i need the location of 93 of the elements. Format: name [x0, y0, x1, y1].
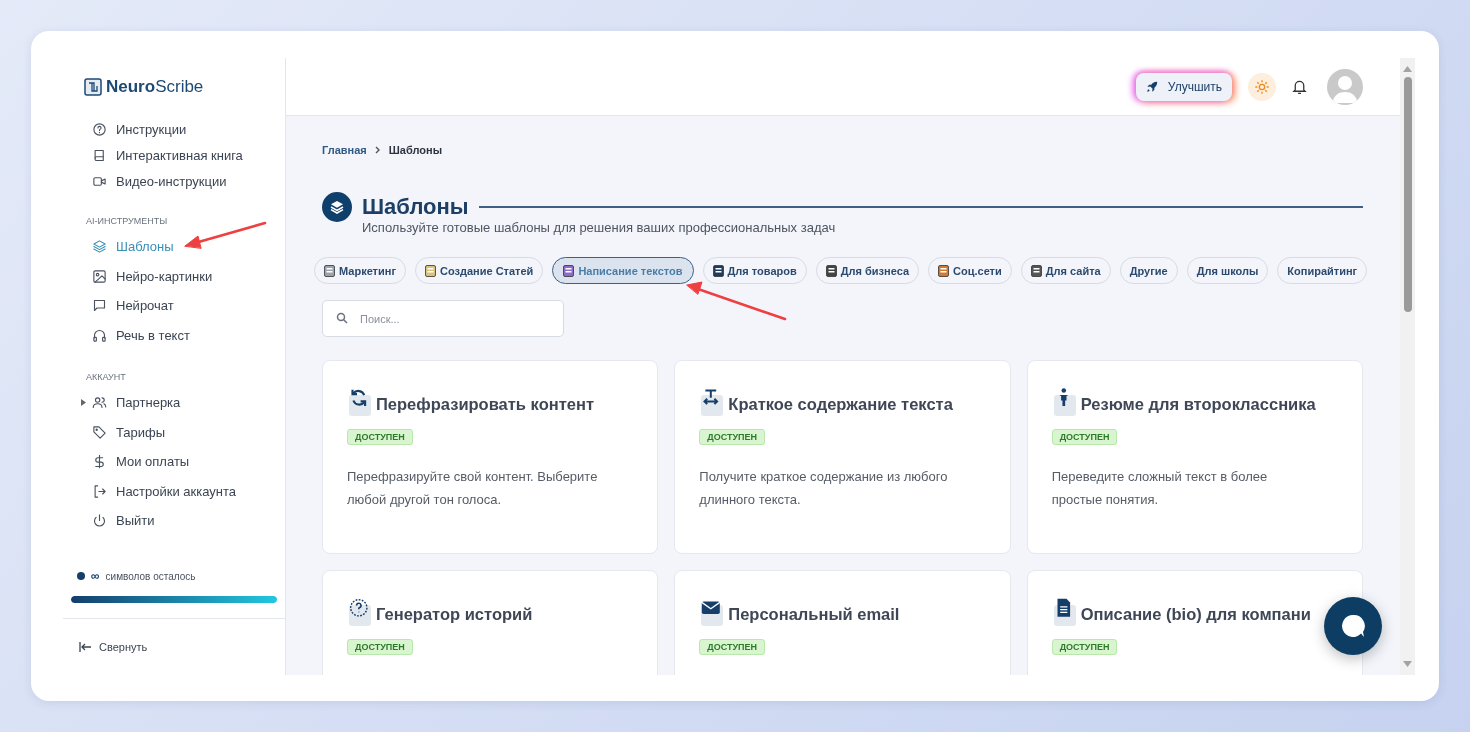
avatar[interactable] — [1327, 68, 1363, 105]
category-icon — [425, 264, 436, 277]
status-badge: ДОСТУПЕН — [699, 429, 766, 445]
sidebar-item[interactable]: Нейрочат — [63, 291, 285, 321]
section-label: AI-ИНСТРУМЕНТЫ — [85, 216, 169, 226]
breadcrumb-current: Шаблоны — [388, 144, 443, 156]
card-title: Генератор историй — [376, 605, 533, 625]
card-title: Резюме для второклассника — [1080, 395, 1316, 415]
template-card[interactable]: Резюме для второклассника ДОСТУПЕН Переведите сложный текст в более простые понятия. — [1026, 360, 1363, 554]
refresh-icon — [347, 387, 373, 417]
filter-chip[interactable]: Для сайта — [1020, 257, 1111, 284]
card-description: Получите краткое содержание из любого длинного текста. — [699, 468, 949, 509]
category-icon — [712, 264, 724, 277]
sidebar-item[interactable]: Партнерка — [63, 388, 285, 418]
text-resize-icon — [699, 387, 726, 417]
headphones-icon — [92, 327, 107, 343]
status-dot — [77, 572, 85, 580]
template-card[interactable]: Описание (bio) для компани ДОСТУПЕН — [1026, 570, 1363, 675]
chat-bubble-icon — [1340, 613, 1366, 639]
status-badge: ДОСТУПЕН — [347, 639, 413, 655]
card-description: Перефразируйте свой контент. Выберите любой другой тон голоса. — [347, 468, 599, 509]
filter-chip[interactable]: Копирайтинг — [1277, 257, 1368, 284]
status-badge: ДОСТУПЕН — [1051, 639, 1118, 655]
child-figure-icon — [1051, 387, 1078, 417]
category-icon — [1030, 264, 1042, 277]
sidebar-item[interactable]: Настройки аккаунта — [63, 476, 285, 506]
rocket-icon — [1144, 79, 1159, 94]
search-field[interactable]: Поиск... — [322, 300, 564, 337]
help-circle-icon — [92, 121, 107, 137]
collapse-button[interactable]: Свернуть — [79, 641, 148, 653]
card-title: Перефразировать контент — [376, 395, 594, 415]
sidebar-item[interactable]: Тарифы — [63, 417, 285, 447]
card-title: Описание (bio) для компани — [1080, 605, 1311, 625]
sidebar-item[interactable]: Речь в текст — [63, 320, 285, 350]
theme-toggle-button[interactable] — [1248, 72, 1276, 101]
chat-bubble-icon — [92, 298, 107, 314]
tag-icon — [92, 424, 107, 440]
sidebar-item[interactable]: Мои оплаты — [63, 447, 285, 477]
breadcrumb-link[interactable]: Главная — [322, 144, 367, 156]
logo-text[interactable]: NeuroScribe — [106, 77, 204, 97]
card-title: Краткое содержание текста — [728, 395, 953, 415]
page-subtitle: Используйте готовые шаблоны для решения ваших профессиональных задач — [362, 220, 837, 235]
card-title: Персональный email — [728, 605, 900, 625]
scroll-up-arrow-icon[interactable] — [1403, 66, 1412, 72]
chevron-right-icon — [373, 146, 382, 154]
people-icon — [92, 395, 107, 411]
sidebar-item[interactable]: Интерактивная книга — [63, 142, 285, 168]
filter-chip[interactable]: Другие — [1119, 257, 1178, 284]
filter-chip[interactable]: Для школы — [1186, 257, 1269, 284]
book-icon — [92, 147, 107, 163]
template-card[interactable]: Краткое содержание текста ДОСТУПЕН Получите краткое содержание из любого длинного текста. — [674, 360, 1011, 554]
scroll-down-arrow-icon[interactable] — [1403, 661, 1412, 667]
template-card[interactable]: Персональный email ДОСТУПЕН — [674, 570, 1011, 675]
logo-icon — [84, 78, 102, 96]
category-icon — [825, 264, 837, 277]
scrollbar[interactable] — [1400, 58, 1415, 675]
scrollbar-thumb[interactable] — [1403, 77, 1412, 312]
question-circle-icon — [347, 597, 373, 627]
search-icon — [336, 312, 348, 324]
category-icon — [563, 264, 575, 277]
upgrade-button[interactable]: Улучшить — [1135, 72, 1232, 101]
sidebar-item[interactable]: Нейро-картинки — [63, 261, 285, 291]
template-card[interactable]: Перефразировать контент ДОСТУПЕН Перефразируйте свой контент. Выберите любой другой тон голоса. — [322, 360, 659, 554]
filter-chip[interactable]: Создание Статей — [415, 257, 544, 284]
category-icon — [324, 264, 335, 277]
sidebar-item[interactable]: Видео-инструкции — [63, 168, 285, 194]
collapse-arrow-icon — [79, 642, 92, 652]
image-icon — [92, 268, 107, 284]
section-label: АККАУНТ — [85, 372, 127, 382]
template-card[interactable]: Генератор историй ДОСТУПЕН — [322, 570, 659, 675]
filter-chip[interactable]: Соц.сети — [928, 257, 1012, 284]
sidebar-item[interactable]: Инструкции — [63, 116, 285, 142]
document-icon — [1051, 597, 1078, 627]
infinity-symbol: ∞ — [91, 569, 100, 583]
sidebar-item[interactable]: Выйти — [63, 506, 285, 536]
dollar-icon — [92, 454, 107, 470]
category-icon — [938, 264, 950, 277]
status-badge: ДОСТУПЕН — [1051, 429, 1118, 445]
filter-chip[interactable]: Для товаров — [702, 257, 807, 284]
power-icon — [92, 513, 107, 529]
layers-icon — [322, 192, 352, 222]
status-badge: ДОСТУПЕН — [699, 639, 766, 655]
usage-label: символов осталось — [105, 570, 196, 582]
page-title: Шаблоны — [362, 194, 469, 220]
layers-icon — [92, 239, 107, 255]
status-badge: ДОСТУПЕН — [347, 429, 413, 445]
filter-chip[interactable]: Для бизнеса — [815, 257, 920, 284]
card-description: Переведите сложный текст в более простые понятия. — [1051, 468, 1269, 509]
caret-icon[interactable] — [81, 399, 86, 407]
sun-icon — [1254, 78, 1270, 95]
sidebar-item[interactable]: Шаблоны — [63, 232, 285, 262]
filter-chip[interactable]: Маркетинг — [314, 257, 406, 284]
sign-in-icon — [92, 483, 107, 499]
